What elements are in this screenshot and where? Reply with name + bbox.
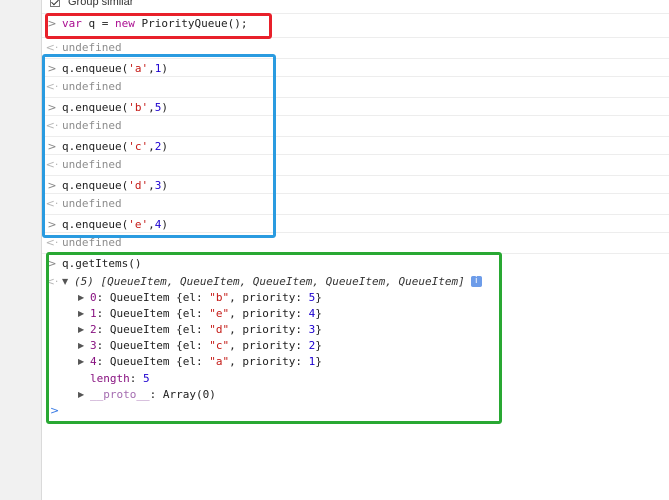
console-input-caret[interactable]: > [50, 404, 59, 417]
group-similar-checkbox[interactable] [50, 0, 60, 7]
annotation-box-green [46, 252, 502, 424]
result-text: undefined [62, 40, 122, 54]
group-similar-row: Group similar [42, 0, 669, 12]
group-similar-label: Group similar [68, 0, 134, 8]
result-arrow-icon: <· [45, 40, 59, 54]
annotation-box-red [45, 13, 272, 39]
left-gutter [0, 0, 42, 500]
annotation-box-blue [42, 54, 276, 238]
